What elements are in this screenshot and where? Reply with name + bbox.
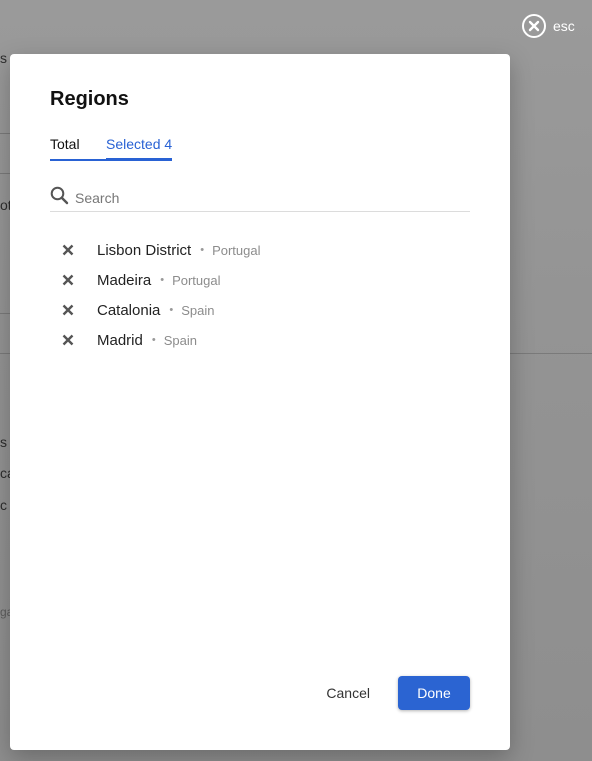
separator-dot: • <box>200 244 205 256</box>
region-country: Portugal <box>212 242 261 258</box>
tab-bar: Total Selected 4 <box>50 136 173 161</box>
esc-label: esc <box>553 18 575 34</box>
region-name: Catalonia <box>97 301 161 319</box>
list-item: Madeira • Portugal <box>58 265 260 295</box>
background-divider <box>0 133 10 134</box>
done-button[interactable]: Done <box>398 676 470 710</box>
list-item: Madrid • Spain <box>58 325 260 355</box>
region-country: Portugal <box>172 272 221 288</box>
search-input[interactable] <box>75 190 470 206</box>
remove-icon[interactable] <box>58 300 78 320</box>
separator-dot: • <box>169 304 174 316</box>
background-divider <box>0 353 10 354</box>
background-text: c <box>0 497 7 513</box>
close-modal-button[interactable]: esc <box>522 14 575 38</box>
modal-footer: Cancel Done <box>318 676 470 710</box>
remove-icon[interactable] <box>58 330 78 350</box>
separator-dot: • <box>151 334 156 346</box>
region-name: Lisbon District <box>97 241 192 259</box>
cancel-button[interactable]: Cancel <box>318 677 378 709</box>
region-country: Spain <box>181 302 215 318</box>
tab-selected[interactable]: Selected 4 <box>106 136 173 161</box>
search-icon <box>50 186 69 210</box>
regions-modal: Regions Total Selected 4 Lisbon District… <box>10 54 510 750</box>
close-circle-icon <box>522 14 546 38</box>
tab-total[interactable]: Total <box>50 136 106 161</box>
list-item: Catalonia • Spain <box>58 295 260 325</box>
remove-icon[interactable] <box>58 240 78 260</box>
separator-dot: • <box>160 274 165 286</box>
selected-regions-list: Lisbon District • Portugal Madeira • Por… <box>58 235 260 355</box>
background-divider <box>0 313 10 314</box>
region-country: Spain <box>163 332 197 348</box>
list-item: Lisbon District • Portugal <box>58 235 260 265</box>
search-field <box>50 185 470 212</box>
background-divider <box>510 353 592 354</box>
region-name: Madeira <box>97 271 152 289</box>
region-name: Madrid <box>97 331 143 349</box>
modal-title: Regions <box>50 88 129 110</box>
background-text: s <box>0 50 7 66</box>
background-text: s <box>0 434 7 450</box>
remove-icon[interactable] <box>58 270 78 290</box>
background-divider <box>0 173 10 174</box>
